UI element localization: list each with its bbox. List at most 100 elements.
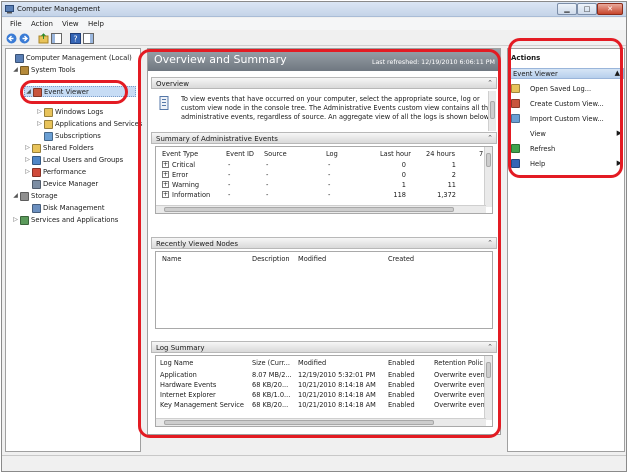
tree-item[interactable]: ▷ Local Users and Groups (24, 155, 136, 166)
table-row[interactable]: + Critical - - - 0 1 (156, 161, 486, 171)
tree-item[interactable]: ▷ Shared Folders (24, 143, 136, 154)
menu-action[interactable]: Action (31, 20, 53, 28)
column-header[interactable]: Created (388, 255, 414, 263)
admin-events-hscroll[interactable] (156, 205, 486, 213)
expand-plus-icon[interactable]: + (162, 161, 169, 168)
forward-arrow-icon[interactable] (19, 33, 30, 44)
expand-toggle-icon[interactable]: ◢ (12, 192, 19, 199)
log-name: Application (160, 371, 197, 379)
column-header[interactable]: 7 (479, 150, 483, 158)
help-toolbar-icon[interactable]: ? (70, 33, 81, 44)
column-header[interactable]: Description (252, 255, 290, 263)
table-row[interactable]: + Information - - - 118 1,372 (156, 191, 486, 201)
column-header[interactable]: Modified (298, 255, 326, 263)
title-bar[interactable]: Computer Management ▁ □ ✕ (2, 2, 626, 17)
back-arrow-icon[interactable] (6, 33, 17, 44)
column-header[interactable]: Retention Polic (434, 359, 483, 367)
tree-item[interactable]: ◢ Event Viewer (24, 86, 136, 97)
overview-section-title: Overview (156, 80, 189, 88)
column-header[interactable]: Name (162, 255, 181, 263)
table-row[interactable]: Internet Explorer 68 KB/1.0... 10/21/2010 … (156, 391, 486, 401)
expand-toggle-icon[interactable]: ▷ (36, 108, 43, 115)
expand-plus-icon[interactable]: + (162, 181, 169, 188)
tree-item[interactable]: Computer Management (Local) (7, 53, 136, 64)
expand-toggle-icon[interactable]: ▷ (24, 168, 31, 175)
column-header[interactable]: Source (264, 150, 287, 158)
log-summary-section-header[interactable]: Log Summary ⌃ (151, 341, 497, 353)
tree-item[interactable]: ▷ Applications and Services (36, 119, 142, 130)
collapse-chevron-icon[interactable]: ⌃ (487, 343, 493, 351)
menu-view[interactable]: View (62, 20, 79, 28)
expand-toggle-icon[interactable]: ▷ (36, 120, 43, 127)
overview-section-header[interactable]: Overview ⌃ (151, 77, 497, 89)
column-header[interactable]: Event ID (226, 150, 254, 158)
tree-item[interactable]: ▷ Performance (24, 167, 136, 178)
action-item[interactable]: Help ▶ (511, 158, 623, 170)
column-header[interactable]: Size (Curr... (252, 359, 290, 367)
tree-item[interactable]: ◢ Storage (12, 191, 136, 202)
minimize-button[interactable]: ▁ (557, 3, 577, 15)
expand-toggle-icon[interactable]: ▷ (12, 216, 19, 223)
show-hide-tree-icon[interactable] (51, 33, 62, 44)
status-bar (2, 455, 626, 471)
overview-summary-pane: Overview and Summary Last refreshed: 12/… (147, 48, 501, 435)
action-item[interactable]: Import Custom View... (511, 113, 623, 125)
storage-icon (20, 192, 29, 201)
day-count: 2 (451, 171, 456, 179)
actions-section-event-viewer[interactable]: Event Viewer ▲ (509, 68, 624, 79)
action-item[interactable]: Refresh (511, 143, 623, 155)
expand-toggle-icon[interactable]: ◢ (12, 66, 19, 73)
column-header[interactable]: Enabled (388, 359, 415, 367)
action-item[interactable]: View ▶ (511, 128, 623, 140)
tree-item[interactable]: ▷ Windows Logs (36, 107, 136, 118)
expand-toggle-icon[interactable]: ◢ (25, 88, 32, 95)
menu-bar: File Action View Help (2, 18, 626, 30)
expand-plus-icon[interactable]: + (162, 171, 169, 178)
expand-plus-icon[interactable]: + (162, 191, 169, 198)
last-refreshed-text: Last refreshed: 12/19/2010 6:06:11 PM (371, 59, 495, 66)
overview-text-line-3: administrative events, regardless of sou… (181, 113, 491, 121)
tree-item[interactable]: Disk Management (24, 203, 136, 214)
column-header[interactable]: Log (326, 150, 338, 158)
table-row[interactable]: + Warning - - -1 11 (156, 181, 486, 191)
day-count: 1 (451, 161, 456, 169)
expand-toggle-icon[interactable]: ▷ (24, 156, 31, 163)
overview-scrollbar[interactable] (488, 91, 496, 131)
tree-item[interactable]: Device Manager (24, 179, 136, 190)
expand-toggle-icon[interactable]: ▷ (24, 144, 31, 151)
recent-nodes-section-header[interactable]: Recently Viewed Nodes ⌃ (151, 237, 497, 249)
column-header[interactable]: 24 hours (426, 150, 455, 158)
tree-item[interactable]: ◢ System Tools (12, 65, 136, 76)
column-header[interactable]: Event Type (162, 150, 198, 158)
log-summary-vscroll[interactable] (484, 356, 492, 420)
maximize-button[interactable]: □ (577, 3, 597, 15)
menu-help[interactable]: Help (88, 20, 104, 28)
menu-file[interactable]: File (10, 20, 22, 28)
column-header[interactable]: Last hour (380, 150, 411, 158)
action-item[interactable]: Open Saved Log... (511, 83, 623, 95)
table-row[interactable]: Hardware Events 68 KB/20... 10/21/2010 8:1… (156, 381, 486, 391)
up-folder-icon[interactable] (38, 33, 49, 44)
action-item[interactable]: Create Custom View... (511, 98, 623, 110)
admin-events-section-header[interactable]: Summary of Administrative Events ⌃ (151, 132, 497, 144)
close-button[interactable]: ✕ (597, 3, 623, 15)
tree-item[interactable]: ▷ Services and Applications (12, 215, 136, 226)
log-name: Hardware Events (160, 381, 217, 389)
event-log: - (328, 171, 331, 179)
collapse-up-icon[interactable]: ▲ (615, 69, 620, 77)
day-count: 1,372 (437, 191, 456, 199)
tree-item[interactable]: Subscriptions (36, 131, 136, 142)
table-row[interactable]: + Error - - - 0 2 (156, 171, 486, 181)
collapse-chevron-icon[interactable]: ⌃ (487, 134, 493, 142)
admin-events-vscroll[interactable] (484, 147, 492, 207)
collapse-chevron-icon[interactable]: ⌃ (487, 239, 493, 247)
log-summary-hscroll[interactable] (156, 418, 486, 426)
column-header[interactable]: Modified (298, 359, 326, 367)
table-row[interactable]: Application 8.07 MB/2... 12/19/2010 5:32:0… (156, 371, 486, 381)
collapse-chevron-icon[interactable]: ⌃ (487, 79, 493, 87)
log-enabled: Enabled (388, 391, 415, 399)
log-size: 68 KB/20... (252, 401, 289, 409)
column-header[interactable]: Log Name (160, 359, 193, 367)
table-row[interactable]: Key Management Service 68 KB/20... 10/21/2… (156, 401, 486, 411)
show-hide-action-pane-icon[interactable] (83, 33, 94, 44)
